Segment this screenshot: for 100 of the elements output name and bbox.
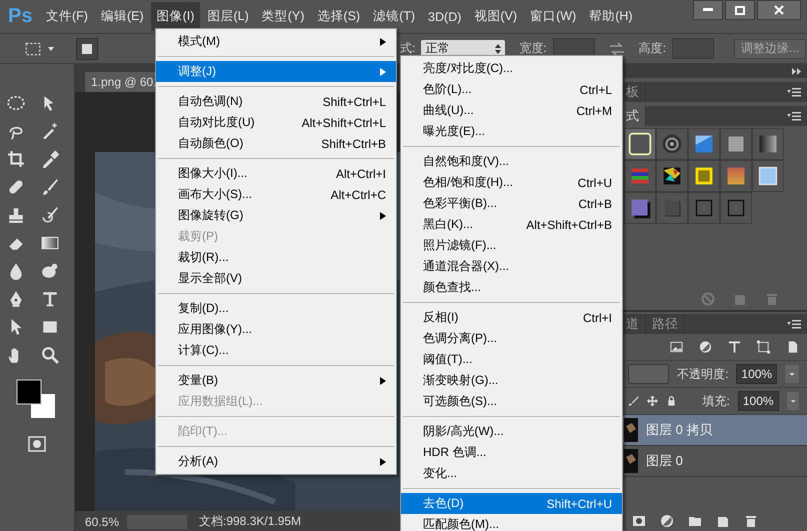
menu-item[interactable]: 滤镜(T) [367,2,422,31]
menu-item[interactable]: 变化... [401,463,622,484]
new-selection-button[interactable] [76,38,98,60]
image-icon[interactable] [670,340,683,354]
close-button[interactable] [757,0,801,20]
menu-item[interactable]: 编辑(E) [94,2,150,31]
quick-mask-icon[interactable] [28,436,46,452]
menu-item[interactable]: 匹配颜色(M)... [401,514,622,531]
menu-item[interactable]: 视图(V) [468,2,524,31]
menu-item[interactable]: 色彩平衡(B)... Ctrl+B [401,193,622,214]
menu-item[interactable]: 通道混合器(X)... [401,256,622,277]
type-tool-icon[interactable] [41,290,59,308]
type-icon[interactable] [728,340,741,354]
menu-item[interactable]: 色调分离(P)... [401,328,622,349]
menu-item[interactable]: 可选颜色(S)... [401,391,622,412]
style-swatch-icon[interactable] [656,160,688,192]
new-layer-icon[interactable] [716,514,730,528]
menu-item[interactable]: 自动对比度(U) Alt+Shift+Ctrl+L [156,112,396,133]
half-circle-icon[interactable] [699,340,712,354]
crop-icon[interactable] [7,150,25,168]
menu-item[interactable]: 模式(M) [156,31,396,52]
mask-icon[interactable] [632,514,646,528]
style-swatch-icon[interactable] [688,160,720,192]
menu-item[interactable]: 照片滤镜(F)... [401,235,622,256]
menu-item[interactable]: 图像(I) [150,2,200,31]
menu-item[interactable]: 阴影/高光(W)... [401,421,622,442]
folder-icon[interactable] [688,514,702,528]
style-swatch-icon[interactable] [624,160,656,192]
menu-item[interactable]: 图像大小(I)... Alt+Ctrl+I [156,163,396,184]
style-swatch-icon[interactable] [752,160,784,192]
layer-row[interactable]: 图层 0 拷贝 [620,415,807,446]
menu-item[interactable]: 色阶(L)... Ctrl+L [401,79,622,100]
transform-icon[interactable] [757,340,770,354]
menu-item[interactable]: 选择(S) [311,2,366,31]
maximize-button[interactable] [725,0,755,20]
smart-object-icon[interactable] [786,340,799,354]
style-swatch-icon[interactable] [656,192,688,224]
menu-item[interactable]: 黑白(K)... Alt+Shift+Ctrl+B [401,214,622,235]
collapse-icon[interactable] [792,68,801,74]
caret-icon[interactable] [48,46,54,50]
menu-item[interactable]: 帮助(H) [583,2,639,31]
menu-item[interactable]: 图像旋转(G) [156,205,396,226]
menu-item[interactable]: 自动色调(N) Shift+Ctrl+L [156,91,396,112]
menu-item[interactable]: 3D(D) [422,4,468,30]
menu-item[interactable]: 色相/饱和度(H)... Ctrl+U [401,172,622,193]
menu-item[interactable]: 渐变映射(G)... [401,370,622,391]
panel-menu-icon[interactable] [787,112,801,120]
smudge-icon[interactable] [41,262,59,280]
style-swatch-icon[interactable] [624,128,656,160]
opacity-field[interactable]: 100% [736,364,778,384]
menu-item[interactable]: 反相(I) Ctrl+I [401,307,622,328]
menu-item[interactable]: HDR 色调... [401,442,622,463]
menu-item[interactable]: 亮度/对比度(C)... [401,58,622,79]
menu-item[interactable]: 去色(D) Shift+Ctrl+U [401,493,622,514]
gradient-icon[interactable] [41,234,59,252]
lock-icon[interactable] [666,394,677,408]
zoom-icon[interactable] [41,346,59,364]
menu-item[interactable]: 裁切(R)... [156,247,396,268]
brush-icon[interactable] [41,178,59,196]
menu-item[interactable]: 计算(C)... [156,340,396,361]
half-circle-icon[interactable] [660,514,674,528]
menu-item[interactable]: 自动颜色(O) Shift+Ctrl+B [156,133,396,154]
menu-item[interactable]: 自然饱和度(V)... [401,151,622,172]
minimize-button[interactable] [693,0,723,20]
style-swatch-icon[interactable] [624,192,656,224]
brush-icon[interactable] [628,394,639,408]
panel-menu-icon[interactable] [787,88,801,96]
menu-item[interactable]: 颜色查找... [401,277,622,298]
menu-item[interactable]: 曝光度(E)... [401,121,622,142]
menu-item[interactable]: 调整(J) [156,61,396,82]
menu-item[interactable]: 复制(D)... [156,298,396,319]
menu-item[interactable]: 类型(Y) [256,2,310,31]
height-field[interactable] [672,38,714,59]
style-swatch-icon[interactable] [688,128,720,160]
menu-item[interactable]: 文件(F) [40,2,94,31]
dropdown-icon[interactable] [785,365,799,383]
fill-field[interactable]: 100% [738,391,779,411]
menu-item[interactable]: 画布大小(S)... Alt+Ctrl+C [156,184,396,205]
trash-icon[interactable] [744,514,758,528]
style-swatch-icon[interactable] [720,160,752,192]
history-brush-icon[interactable] [41,206,59,224]
panel-tab[interactable]: 路径 [646,314,685,334]
menu-item[interactable]: 图层(L) [201,2,255,31]
style-swatch-icon[interactable] [656,128,688,160]
move-icon[interactable] [646,394,658,408]
wand-icon[interactable] [41,122,59,140]
menu-item[interactable]: 窗口(W) [524,2,582,31]
menu-item[interactable]: 应用图像(Y)... [156,319,396,340]
menu-item[interactable]: 变量(B) [156,370,396,391]
menu-item[interactable]: 显示全部(V) [156,268,396,289]
menu-item[interactable]: 曲线(U)... Ctrl+M [401,100,622,121]
style-swatch-icon[interactable] [688,192,720,224]
panel-menu-icon[interactable] [787,320,801,328]
style-swatch-icon[interactable] [720,128,752,160]
menu-item[interactable]: 分析(A) [156,451,396,472]
style-swatch-icon[interactable] [752,128,784,160]
stamp-icon[interactable] [7,206,25,224]
ellipse-marquee-icon[interactable] [7,94,25,112]
dropdown-icon[interactable] [786,392,799,410]
eyedropper-icon[interactable] [41,150,59,168]
